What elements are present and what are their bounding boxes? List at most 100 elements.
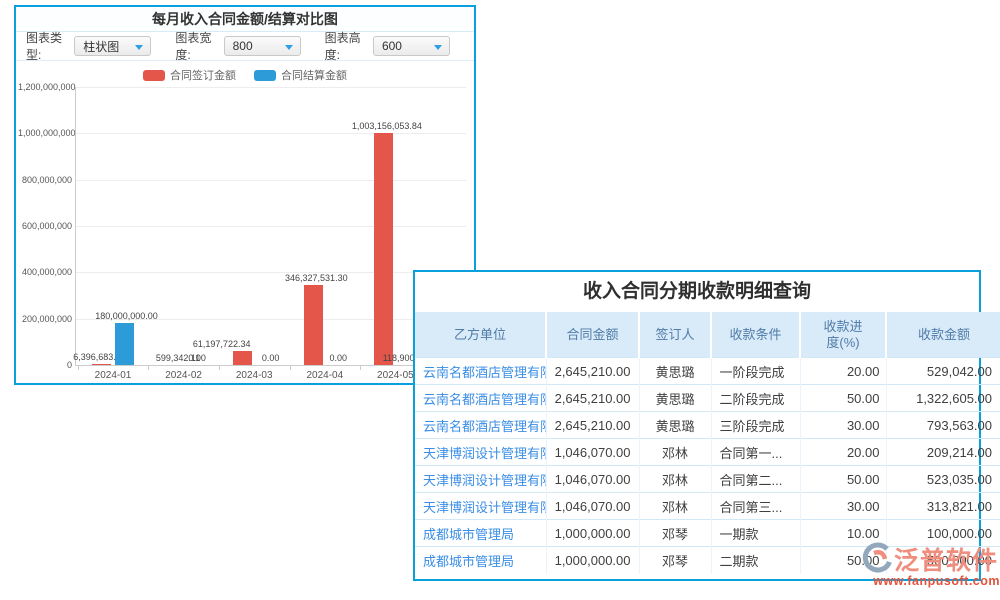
watermark-brand: 泛普软件 — [894, 541, 998, 577]
bar-value-label: 0.00 — [262, 353, 280, 363]
party-link[interactable]: 云南名都酒店管理有限公司 — [423, 392, 546, 407]
y-axis-line — [75, 87, 76, 365]
x-axis-tick — [360, 366, 361, 370]
watermark-url: www.fanpusoft.com — [860, 574, 1000, 588]
cell-party: 云南名都酒店管理有限公司 — [415, 358, 546, 385]
fanpu-logo-icon — [860, 542, 894, 576]
cell-party: 天津博润设计管理有限公司 — [415, 466, 546, 493]
chart-plot-area: 0 200,000,000 400,000,000 600,000,000 800,00… — [16, 7, 474, 383]
column-header-1: 合同金额 — [546, 312, 639, 358]
cell-condition: 一阶段完成 — [711, 358, 800, 385]
cell-signer: 邓琴 — [639, 520, 711, 547]
cell-contract-amount: 1,000,000.00 — [546, 547, 639, 574]
y-axis-tick-label: 0 — [18, 360, 72, 370]
cell-party: 云南名都酒店管理有限公司 — [415, 412, 546, 439]
detail-table-panel: 收入合同分期收款明细查询 乙方单位合同金额签订人收款条件收款进度(%)收款金额 … — [413, 270, 981, 581]
bar-contract-settled[interactable] — [115, 323, 134, 365]
column-header-4: 收款进度(%) — [800, 312, 886, 358]
bar-contract-signed[interactable] — [374, 133, 393, 365]
cell-signer: 邓林 — [639, 439, 711, 466]
cell-condition: 三阶段完成 — [711, 412, 800, 439]
cell-amount: 529,042.00 — [886, 358, 1000, 385]
bar-contract-signed[interactable] — [304, 285, 323, 365]
y-axis-tick-label: 600,000,000 — [18, 221, 72, 231]
cell-signer: 邓林 — [639, 493, 711, 520]
x-axis-label: 2024-05 — [377, 370, 414, 381]
table-row: 天津博润设计管理有限公司1,046,070.00邓林合同第二...50.0052… — [415, 466, 1000, 493]
x-axis-label: 2024-01 — [95, 370, 132, 381]
table-row: 云南名都酒店管理有限公司2,645,210.00黄思璐三阶段完成30.00793… — [415, 412, 1000, 439]
x-axis-label: 2024-04 — [306, 370, 343, 381]
x-axis-tick — [148, 366, 149, 370]
x-axis-label: 2024-03 — [236, 370, 273, 381]
bar-contract-signed[interactable] — [92, 364, 111, 365]
cell-contract-amount: 2,645,210.00 — [546, 412, 639, 439]
bar-value-label: 346,327,531.30 — [285, 273, 348, 283]
bar-value-label: 61,197,722.34 — [193, 339, 251, 349]
cell-party: 天津博润设计管理有限公司 — [415, 493, 546, 520]
bar-value-label: 180,000,000.00 — [95, 311, 158, 321]
cell-progress: 30.00 — [800, 412, 886, 439]
y-axis-tick-label: 200,000,000 — [18, 314, 72, 324]
party-link[interactable]: 天津博润设计管理有限公司 — [423, 446, 546, 461]
chart-gridline — [75, 272, 466, 273]
cell-party: 云南名都酒店管理有限公司 — [415, 385, 546, 412]
cell-progress: 20.00 — [800, 439, 886, 466]
cell-amount: 1,322,605.00 — [886, 385, 1000, 412]
chart-gridline — [75, 133, 466, 134]
y-axis-tick-label: 800,000,000 — [18, 175, 72, 185]
table-title: 收入合同分期收款明细查询 — [415, 272, 979, 312]
x-axis-tick — [290, 366, 291, 370]
cell-contract-amount: 1,046,070.00 — [546, 439, 639, 466]
cell-condition: 二期款 — [711, 547, 800, 574]
chart-panel: 每月收入合同金额/结算对比图 图表类型: 柱状图 图表宽度: 800 图表高度:… — [14, 5, 476, 385]
cell-condition: 合同第三... — [711, 493, 800, 520]
cell-party: 成都城市管理局 — [415, 547, 546, 574]
cell-signer: 黄思璐 — [639, 358, 711, 385]
y-axis-tick-label: 1,000,000,000 — [18, 128, 72, 138]
detail-table: 乙方单位合同金额签订人收款条件收款进度(%)收款金额 云南名都酒店管理有限公司2… — [415, 312, 1000, 574]
party-link[interactable]: 云南名都酒店管理有限公司 — [423, 365, 546, 380]
cell-amount: 793,563.00 — [886, 412, 1000, 439]
cell-signer: 黄思璐 — [639, 385, 711, 412]
x-axis-tick — [78, 366, 79, 370]
cell-amount: 523,035.00 — [886, 466, 1000, 493]
cell-contract-amount: 1,046,070.00 — [546, 493, 639, 520]
bar-value-label: 0.00 — [330, 353, 348, 363]
cell-party: 天津博润设计管理有限公司 — [415, 439, 546, 466]
party-link[interactable]: 成都城市管理局 — [423, 554, 514, 569]
table-header: 乙方单位合同金额签订人收款条件收款进度(%)收款金额 — [415, 312, 1000, 358]
cell-amount: 313,821.00 — [886, 493, 1000, 520]
column-header-5: 收款金额 — [886, 312, 1000, 358]
party-link[interactable]: 天津博润设计管理有限公司 — [423, 473, 546, 488]
cell-condition: 合同第二... — [711, 466, 800, 493]
cell-contract-amount: 1,046,070.00 — [546, 466, 639, 493]
column-header-3: 收款条件 — [711, 312, 800, 358]
x-axis-line — [75, 365, 466, 366]
x-axis-tick — [219, 366, 220, 370]
party-link[interactable]: 成都城市管理局 — [423, 527, 514, 542]
cell-party: 成都城市管理局 — [415, 520, 546, 547]
y-axis-tick-label: 1,200,000,000 — [18, 82, 72, 92]
cell-signer: 邓林 — [639, 466, 711, 493]
cell-contract-amount: 2,645,210.00 — [546, 358, 639, 385]
party-link[interactable]: 天津博润设计管理有限公司 — [423, 500, 546, 515]
cell-condition: 一期款 — [711, 520, 800, 547]
table-row: 云南名都酒店管理有限公司2,645,210.00黄思璐二阶段完成50.001,3… — [415, 385, 1000, 412]
x-axis-label: 2024-02 — [165, 370, 202, 381]
cell-progress: 50.00 — [800, 385, 886, 412]
chart-gridline — [75, 87, 466, 88]
cell-progress: 30.00 — [800, 493, 886, 520]
bar-contract-signed[interactable] — [233, 351, 252, 365]
cell-condition: 合同第一... — [711, 439, 800, 466]
cell-signer: 黄思璐 — [639, 412, 711, 439]
cell-contract-amount: 2,645,210.00 — [546, 385, 639, 412]
column-header-2: 签订人 — [639, 312, 711, 358]
cell-amount: 209,214.00 — [886, 439, 1000, 466]
bar-value-label: 0.00 — [188, 353, 206, 363]
y-axis-tick-label: 400,000,000 — [18, 267, 72, 277]
cell-signer: 邓琴 — [639, 547, 711, 574]
column-header-0: 乙方单位 — [415, 312, 546, 358]
cell-progress: 20.00 — [800, 358, 886, 385]
party-link[interactable]: 云南名都酒店管理有限公司 — [423, 419, 546, 434]
